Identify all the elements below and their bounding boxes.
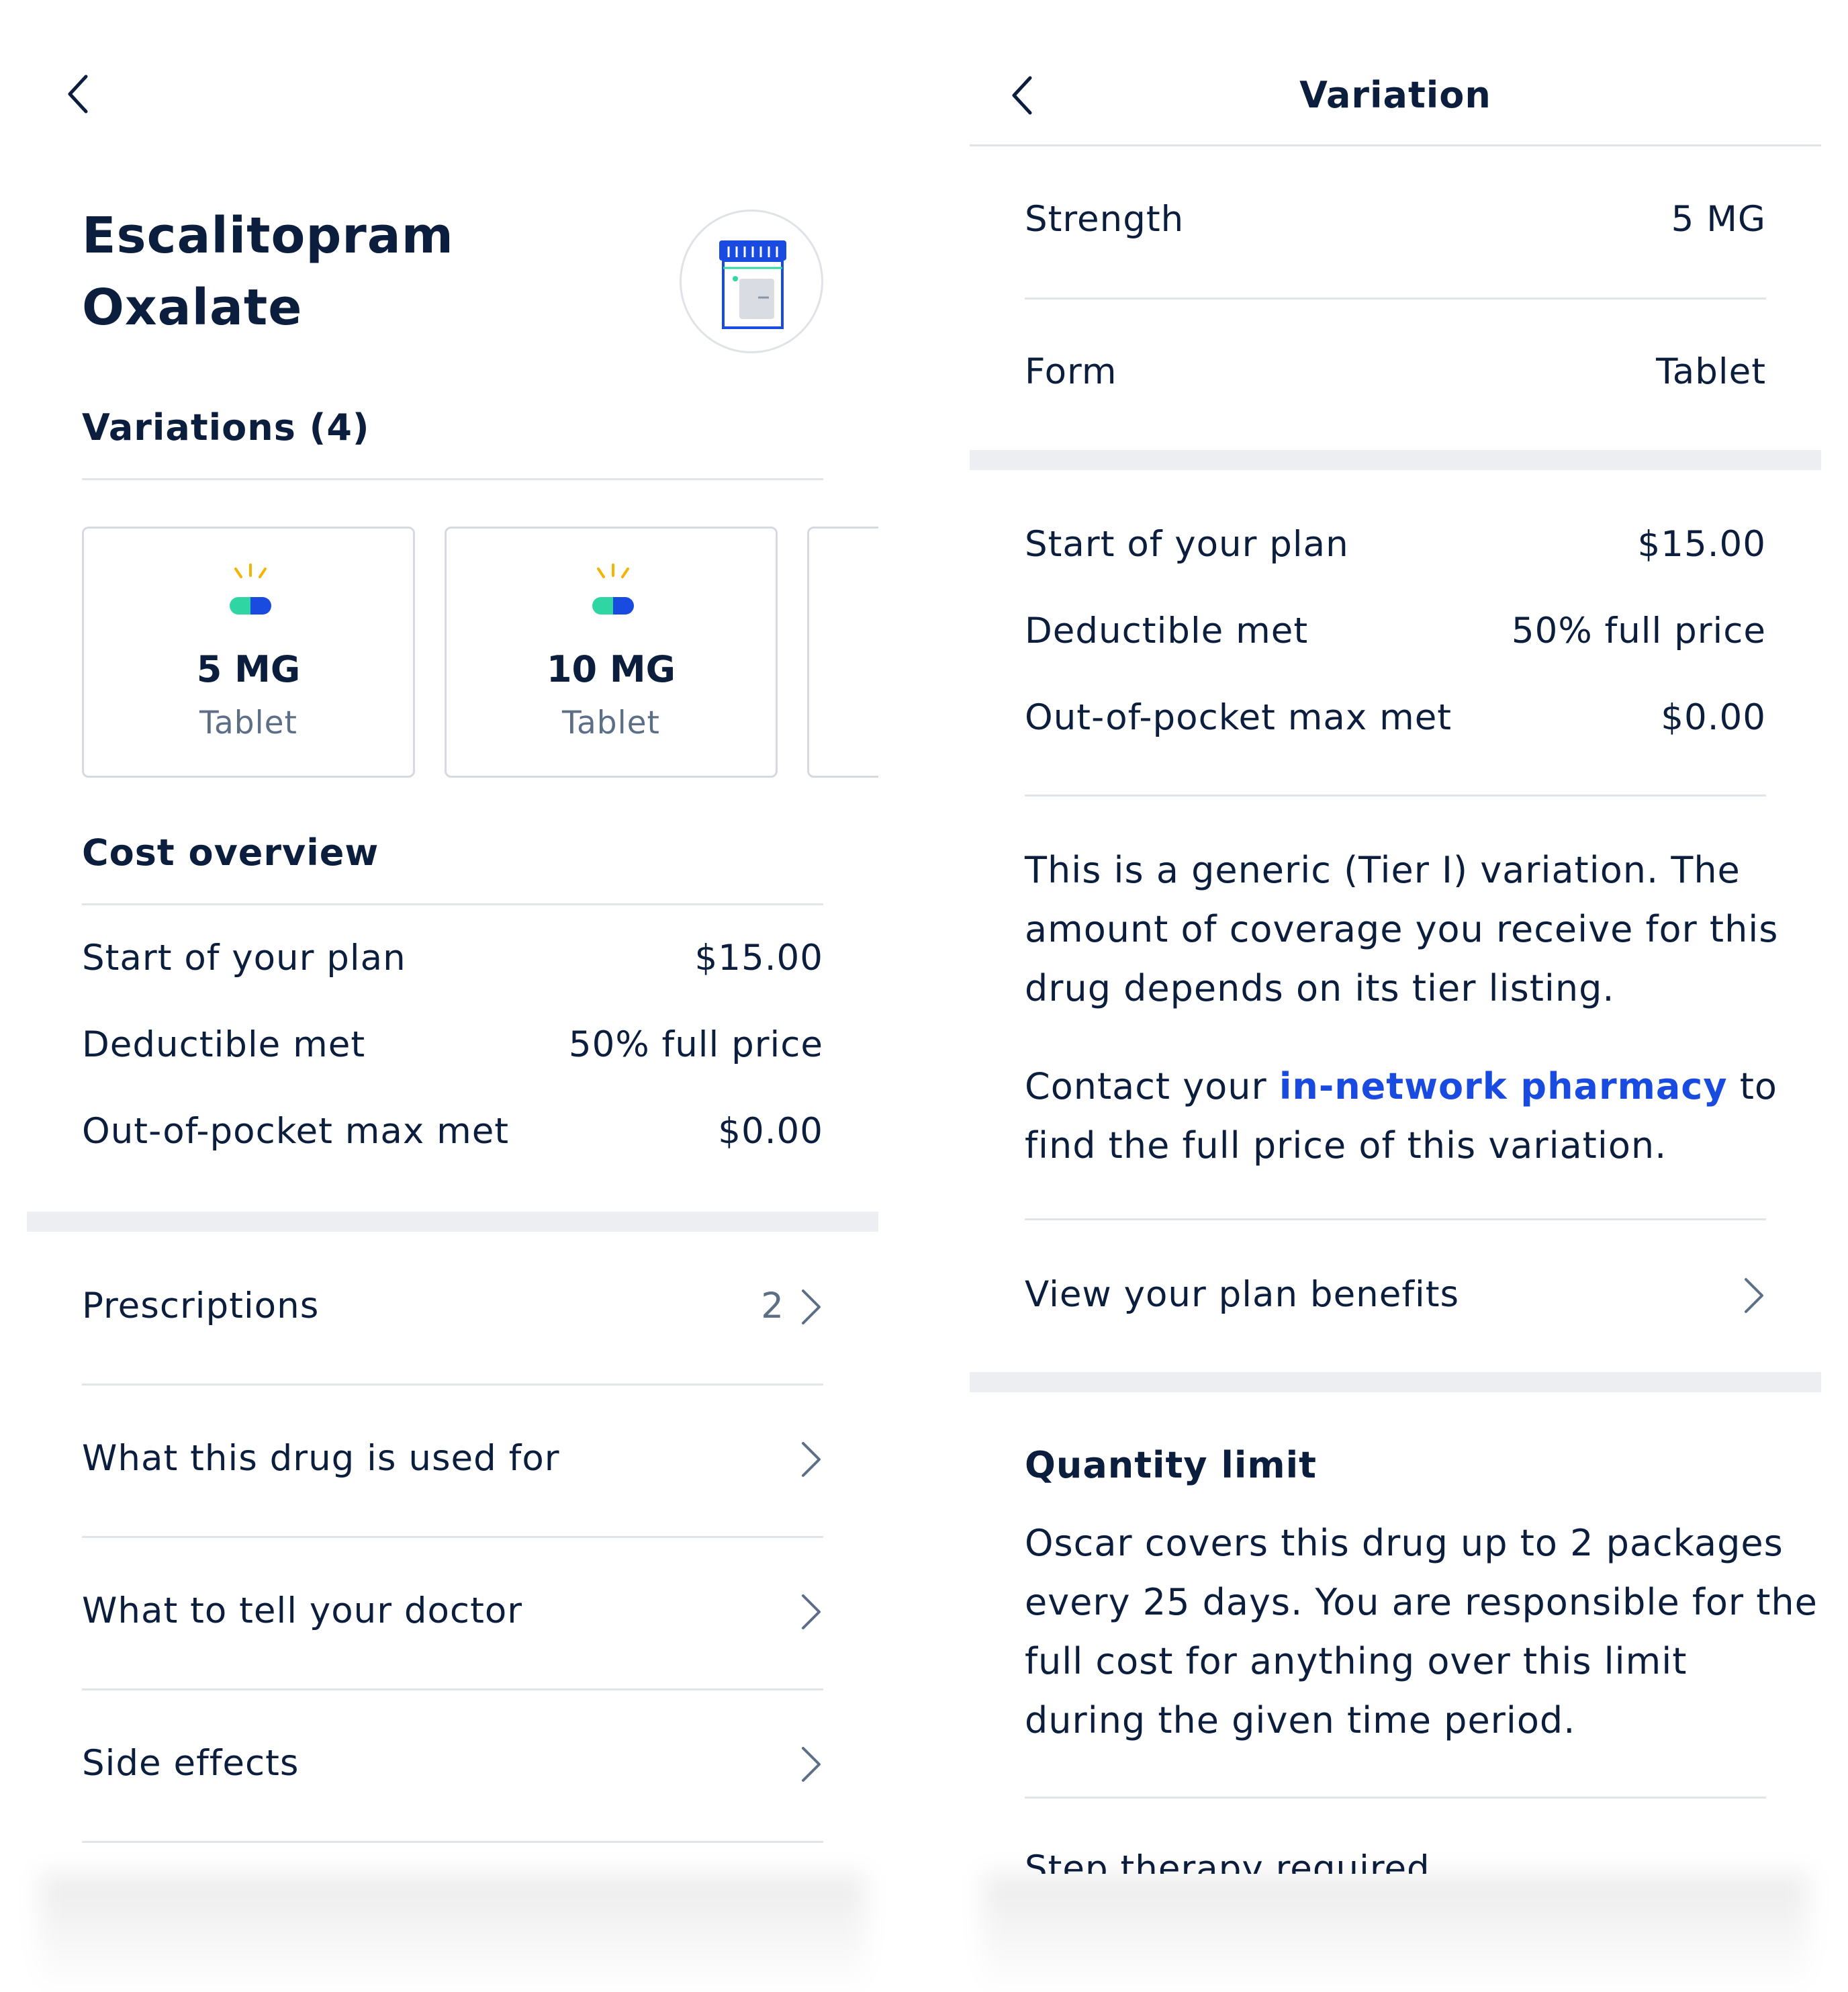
variation-form: Tablet — [562, 705, 660, 741]
chevron-right-icon — [799, 1592, 823, 1632]
cost-value-deductible: 50% full price — [568, 1024, 823, 1065]
back-arrow-icon — [68, 75, 88, 114]
divider — [82, 903, 823, 905]
variation-strength: 10 MG — [546, 648, 676, 690]
quantity-limit-text: Oscar covers this drug up to 2 packages … — [1025, 1514, 1818, 1750]
tier-description: This is a generic (Tier I) variation. Th… — [1025, 841, 1778, 1018]
cost-value-start: $15.00 — [1637, 524, 1766, 565]
strength-label: Strength — [1025, 199, 1185, 240]
tier-text-line: amount of coverage you receive for this — [1025, 908, 1779, 950]
nav-item-side-effects[interactable]: Side effects — [27, 1690, 878, 1841]
cost-label-start: Start of your plan — [1025, 524, 1349, 565]
nav-item-label: What this drug is used for — [82, 1438, 560, 1479]
panel-shadow — [40, 1874, 865, 1992]
tier-text-line: This is a generic (Tier I) variation. Th… — [1025, 849, 1741, 891]
variations-header: Variations (4) — [82, 406, 370, 449]
variation-card-partial[interactable] — [807, 527, 878, 778]
cost-value-oop: $0.00 — [718, 1111, 823, 1152]
quantity-limit-line: during the given time period. — [1025, 1699, 1576, 1741]
divider — [82, 1841, 823, 1843]
drug-name-line1: Escalitopram — [82, 207, 454, 265]
form-label: Form — [1025, 351, 1117, 392]
page-title: Variation — [1299, 74, 1491, 116]
step-therapy-label: Step therapy required — [1025, 1848, 1430, 1874]
form-value: Tablet — [1656, 351, 1766, 392]
variation-card-5mg[interactable]: 5 MG Tablet — [82, 527, 415, 778]
quantity-limit-line: every 25 days. You are responsible for t… — [1025, 1581, 1818, 1623]
nav-item-label: Side effects — [82, 1743, 299, 1784]
view-plan-benefits-row[interactable]: View your plan benefits — [970, 1220, 1821, 1372]
variation-form: Tablet — [199, 705, 297, 741]
cost-value-oop: $0.00 — [1661, 697, 1766, 738]
section-separator — [27, 1212, 878, 1232]
variation-screen: Variation Strength 5 MG Form Tablet Star… — [970, 0, 1821, 1874]
contact-pharmacy-text: Contact your in-network pharmacy to find… — [1025, 1057, 1777, 1175]
header-divider — [970, 144, 1821, 146]
pill-bottle-icon — [719, 240, 786, 329]
prescriptions-count: 2 — [761, 1285, 784, 1326]
cost-label-deductible: Deductible met — [1025, 610, 1309, 651]
quantity-limit-line: Oscar covers this drug up to 2 packages — [1025, 1522, 1784, 1564]
cost-label-deductible: Deductible met — [82, 1024, 366, 1065]
panel-shadow — [983, 1874, 1808, 1992]
quantity-limit-line: full cost for anything over this limit — [1025, 1640, 1688, 1682]
variation-strength: 5 MG — [196, 648, 301, 690]
divider — [1025, 795, 1766, 797]
chevron-right-icon — [799, 1287, 823, 1327]
pill-icon — [230, 563, 271, 615]
cost-overview-header: Cost overview — [82, 831, 379, 874]
strength-value: 5 MG — [1671, 199, 1766, 240]
divider — [1025, 298, 1766, 300]
nav-item-label: Prescriptions — [82, 1285, 320, 1326]
divider — [82, 478, 823, 480]
tier-text-line: drug depends on its tier listing. — [1025, 967, 1615, 1009]
cost-label-oop: Out-of-pocket max met — [82, 1111, 510, 1152]
chevron-right-icon — [799, 1439, 823, 1480]
pill-icon — [592, 563, 634, 615]
cost-label-oop: Out-of-pocket max met — [1025, 697, 1452, 738]
cost-value-deductible: 50% full price — [1511, 610, 1766, 651]
section-separator — [970, 1372, 1821, 1392]
chevron-right-icon — [799, 1744, 823, 1784]
divider — [1025, 1797, 1766, 1799]
drug-detail-screen: Escalitopram Oxalate Variations (4) 5 MG… — [27, 0, 878, 1874]
contact-suffix: to — [1727, 1065, 1777, 1107]
chevron-right-icon — [1742, 1275, 1766, 1316]
pill-bottle-avatar — [680, 210, 823, 353]
nav-item-used-for[interactable]: What this drug is used for — [27, 1386, 878, 1536]
nav-item-tell-doctor[interactable]: What to tell your doctor — [27, 1538, 878, 1688]
contact-prefix: Contact your — [1025, 1065, 1279, 1107]
variation-card-10mg[interactable]: 10 MG Tablet — [445, 527, 778, 778]
plan-benefits-label: View your plan benefits — [1025, 1274, 1460, 1315]
drug-name-line2: Oxalate — [82, 279, 303, 336]
cost-label-start: Start of your plan — [82, 938, 406, 979]
back-button[interactable] — [63, 74, 95, 114]
in-network-pharmacy-link[interactable]: in-network pharmacy — [1279, 1065, 1728, 1107]
quantity-limit-header: Quantity limit — [1025, 1444, 1317, 1486]
nav-item-label: What to tell your doctor — [82, 1590, 523, 1631]
contact-line2: find the full price of this variation. — [1025, 1124, 1667, 1167]
cost-value-start: $15.00 — [694, 938, 823, 979]
section-separator — [970, 450, 1821, 470]
nav-item-prescriptions[interactable]: Prescriptions 2 — [27, 1232, 878, 1385]
